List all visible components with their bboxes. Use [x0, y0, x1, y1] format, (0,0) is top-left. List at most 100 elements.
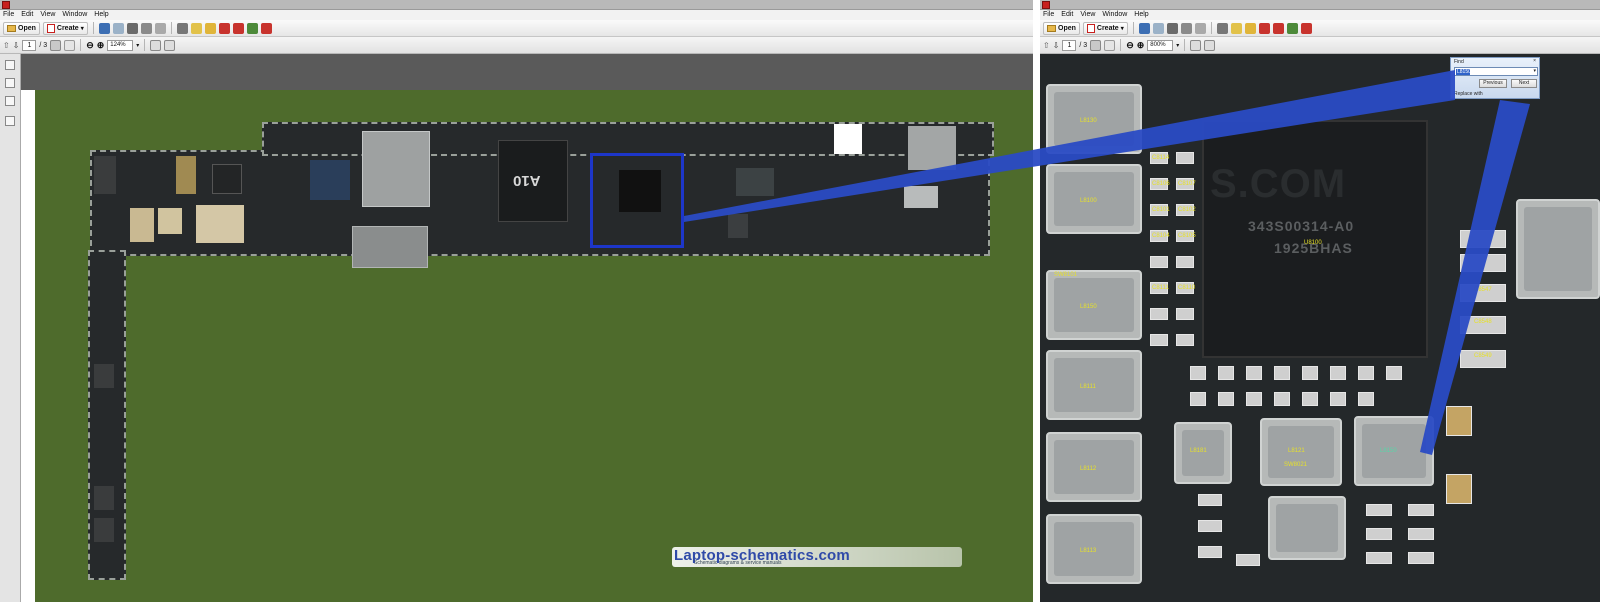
connector-plate [352, 226, 428, 268]
close-icon[interactable]: × [1533, 58, 1536, 64]
create-button[interactable]: Create ▾ [42, 21, 88, 35]
fit-width-icon[interactable] [1190, 39, 1202, 51]
settings-icon[interactable] [1216, 22, 1228, 34]
menu-window[interactable]: Window [1102, 10, 1127, 20]
coil [728, 214, 748, 238]
sign-icon[interactable] [1258, 22, 1270, 34]
capacitor [1302, 392, 1318, 406]
zoom-out-icon[interactable]: ⊖ [86, 40, 94, 51]
page-down-icon[interactable]: ⇩ [1053, 41, 1060, 50]
qr-code [834, 124, 862, 154]
highlight-icon[interactable] [1244, 22, 1256, 34]
bookmarks-panel-icon[interactable] [5, 78, 15, 88]
zoom-level-select[interactable]: 800% [1147, 39, 1174, 51]
component-block [130, 208, 154, 242]
zoom-dropdown-icon[interactable]: ▾ [136, 42, 139, 49]
capacitor [1408, 528, 1434, 540]
capacitor [1302, 366, 1318, 380]
open-button[interactable]: Open [1043, 21, 1080, 35]
title-bar [1040, 0, 1600, 10]
menu-edit[interactable]: Edit [1061, 10, 1073, 20]
page-number-input[interactable]: 1 [1062, 39, 1077, 51]
capacitor [1366, 528, 1392, 540]
navigation-toolbar: ⇧ ⇩ 1 / 3 ⊖ ⊕ 800% ▾ [1040, 37, 1600, 54]
cloud-icon[interactable] [112, 22, 124, 34]
zoom-in-icon[interactable]: ⊕ [1137, 40, 1145, 51]
capacitor [1190, 366, 1206, 380]
ic-chip [212, 164, 242, 194]
settings-icon[interactable] [176, 22, 188, 34]
component-block [158, 208, 182, 234]
cloud-icon[interactable] [1152, 22, 1164, 34]
comment-icon[interactable] [1230, 22, 1242, 34]
highlight-icon[interactable] [204, 22, 216, 34]
edit-icon[interactable] [140, 22, 152, 34]
zoom-in-icon[interactable]: ⊕ [97, 40, 105, 51]
pages-panel-icon[interactable] [5, 60, 15, 70]
save-icon[interactable] [1138, 22, 1150, 34]
save-icon[interactable] [98, 22, 110, 34]
export-icon[interactable] [232, 22, 244, 34]
find-previous-button[interactable]: Previous [1479, 79, 1507, 88]
print-icon[interactable] [126, 22, 138, 34]
email-icon[interactable] [154, 22, 166, 34]
fit-page-icon[interactable] [1204, 39, 1216, 51]
export-icon[interactable] [1272, 22, 1284, 34]
menu-help[interactable]: Help [94, 10, 108, 20]
fit-width-icon[interactable] [150, 39, 162, 51]
sign-icon[interactable] [218, 22, 230, 34]
replace-with-toggle[interactable]: Replace with [1454, 91, 1483, 97]
attachments-panel-icon[interactable] [5, 96, 15, 106]
zoom-out-icon[interactable]: ⊖ [1126, 40, 1134, 51]
page-up-icon[interactable]: ⇧ [1043, 41, 1050, 50]
menu-window[interactable]: Window [62, 10, 87, 20]
menu-file[interactable]: File [1043, 10, 1054, 20]
zoom-level-select[interactable]: 124% [107, 39, 134, 51]
chevron-down-icon[interactable]: ▾ [1533, 68, 1536, 74]
capacitor [1218, 392, 1234, 406]
capacitor [1198, 494, 1222, 506]
menu-view[interactable]: View [1080, 10, 1095, 20]
open-button[interactable]: Open [3, 21, 40, 35]
select-tool-icon[interactable] [1090, 39, 1102, 51]
app-icon [2, 1, 10, 9]
find-title: Find [1454, 59, 1464, 65]
zoom-dropdown-icon[interactable]: ▾ [1176, 42, 1179, 49]
find-next-button[interactable]: Next [1511, 79, 1537, 88]
part-label: L8181 [1190, 448, 1207, 454]
capacitor [1246, 366, 1262, 380]
fit-page-icon[interactable] [164, 39, 176, 51]
comment-icon[interactable] [190, 22, 202, 34]
hand-tool-icon[interactable] [1104, 39, 1116, 51]
page-number-input[interactable]: 1 [22, 39, 37, 51]
menu-help[interactable]: Help [1134, 10, 1148, 20]
create-button[interactable]: Create ▾ [1082, 21, 1128, 35]
select-tool-icon[interactable] [50, 39, 62, 51]
menu-edit[interactable]: Edit [21, 10, 33, 20]
share-icon[interactable] [246, 22, 258, 34]
signatures-panel-icon[interactable] [5, 116, 15, 126]
edit-icon[interactable] [1180, 22, 1192, 34]
connector [94, 518, 114, 542]
capacitor [1366, 552, 1392, 564]
combine-icon[interactable] [260, 22, 272, 34]
capacitor [1330, 392, 1346, 406]
menu-view[interactable]: View [40, 10, 55, 20]
share-icon[interactable] [1286, 22, 1298, 34]
watermark-subtitle: Schematic diagrams & service manuals [694, 560, 782, 566]
email-icon[interactable] [1194, 22, 1206, 34]
page-margin [21, 90, 35, 602]
print-icon[interactable] [1166, 22, 1178, 34]
combine-icon[interactable] [1300, 22, 1312, 34]
page-down-icon[interactable]: ⇩ [13, 41, 20, 50]
part-label: C8106 [1152, 181, 1170, 187]
chip-marking-line1: 343S00314-A0 [1248, 218, 1355, 234]
page-up-icon[interactable]: ⇧ [3, 41, 10, 50]
page-total: / 3 [1079, 41, 1088, 49]
menu-file[interactable]: File [3, 10, 14, 20]
find-input[interactable]: L8150 ▾ [1454, 67, 1538, 76]
capacitor [1246, 392, 1262, 406]
hand-tool-icon[interactable] [64, 39, 76, 51]
capacitor [1176, 152, 1194, 164]
menu-bar: File Edit View Window Help [0, 10, 1033, 20]
